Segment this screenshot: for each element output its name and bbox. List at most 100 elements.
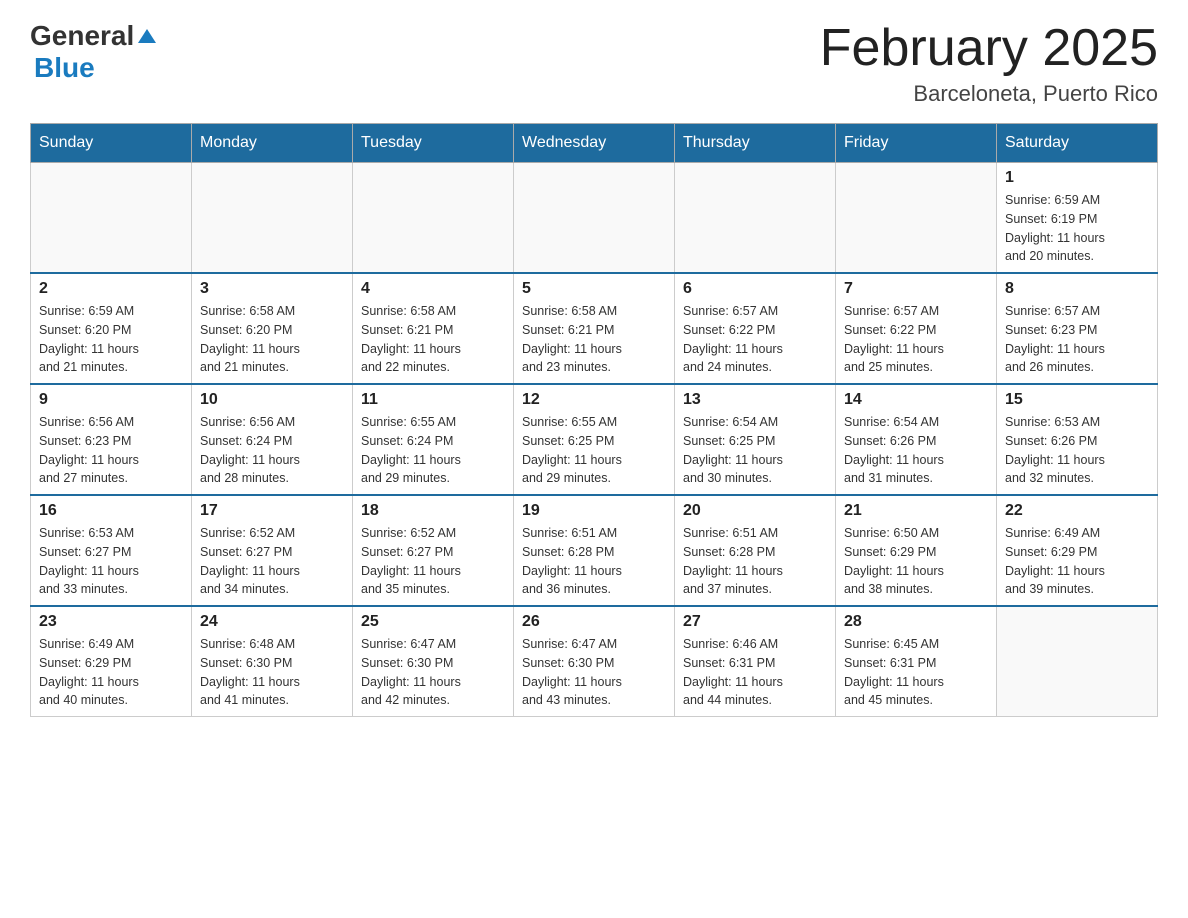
- day-number: 17: [200, 502, 344, 520]
- day-info: Sunrise: 6:55 AM Sunset: 6:24 PM Dayligh…: [361, 413, 505, 488]
- day-number: 3: [200, 280, 344, 298]
- day-info: Sunrise: 6:51 AM Sunset: 6:28 PM Dayligh…: [683, 524, 827, 599]
- calendar-cell: 2 Sunrise: 6:59 AM Sunset: 6:20 PM Daylig…: [31, 273, 192, 384]
- day-number: 6: [683, 280, 827, 298]
- calendar-cell: 27 Sunrise: 6:46 AM Sunset: 6:31 PM Dayli…: [675, 606, 836, 717]
- day-of-week-header: Tuesday: [353, 124, 514, 163]
- calendar-cell: 6 Sunrise: 6:57 AM Sunset: 6:22 PM Daylig…: [675, 273, 836, 384]
- calendar-cell: 3Sunrise: 6:58 AM Sunset: 6:20 PM Daylig…: [192, 273, 353, 384]
- day-number: 1: [1005, 169, 1149, 187]
- day-info: Sunrise: 6:45 AM Sunset: 6:31 PM Dayligh…: [844, 635, 988, 710]
- day-of-week-header: Thursday: [675, 124, 836, 163]
- day-of-week-header: Sunday: [31, 124, 192, 163]
- day-info: Sunrise: 6:59 AM Sunset: 6:20 PM Dayligh…: [39, 302, 183, 377]
- day-number: 4: [361, 280, 505, 298]
- day-number: 25: [361, 613, 505, 631]
- calendar-cell: [675, 163, 836, 274]
- day-number: 19: [522, 502, 666, 520]
- day-number: 10: [200, 391, 344, 409]
- calendar-cell: [836, 163, 997, 274]
- day-number: 15: [1005, 391, 1149, 409]
- day-info: Sunrise: 6:47 AM Sunset: 6:30 PM Dayligh…: [361, 635, 505, 710]
- day-info: Sunrise: 6:55 AM Sunset: 6:25 PM Dayligh…: [522, 413, 666, 488]
- calendar-cell: 14 Sunrise: 6:54 AM Sunset: 6:26 PM Dayli…: [836, 384, 997, 495]
- calendar-header-row: SundayMondayTuesdayWednesdayThursdayFrid…: [31, 124, 1158, 163]
- calendar-cell: 17 Sunrise: 6:52 AM Sunset: 6:27 PM Dayli…: [192, 495, 353, 606]
- day-info: Sunrise: 6:50 AM Sunset: 6:29 PM Dayligh…: [844, 524, 988, 599]
- logo-blue-text: Blue: [34, 52, 95, 83]
- day-number: 22: [1005, 502, 1149, 520]
- day-number: 14: [844, 391, 988, 409]
- day-info: Sunrise: 6:54 AM Sunset: 6:25 PM Dayligh…: [683, 413, 827, 488]
- calendar-cell: [192, 163, 353, 274]
- logo: General Blue: [30, 20, 156, 84]
- day-of-week-header: Saturday: [997, 124, 1158, 163]
- calendar-cell: [31, 163, 192, 274]
- calendar-cell: 22 Sunrise: 6:49 AM Sunset: 6:29 PM Dayli…: [997, 495, 1158, 606]
- calendar-cell: 18 Sunrise: 6:52 AM Sunset: 6:27 PM Dayli…: [353, 495, 514, 606]
- day-info: Sunrise: 6:52 AM Sunset: 6:27 PM Dayligh…: [200, 524, 344, 599]
- day-number: 5: [522, 280, 666, 298]
- calendar-week-row: 23 Sunrise: 6:49 AM Sunset: 6:29 PM Dayli…: [31, 606, 1158, 717]
- day-of-week-header: Wednesday: [514, 124, 675, 163]
- day-info: Sunrise: 6:49 AM Sunset: 6:29 PM Dayligh…: [1005, 524, 1149, 599]
- calendar-cell: [997, 606, 1158, 717]
- day-number: 18: [361, 502, 505, 520]
- calendar-cell: 26 Sunrise: 6:47 AM Sunset: 6:30 PM Dayli…: [514, 606, 675, 717]
- day-number: 13: [683, 391, 827, 409]
- day-number: 11: [361, 391, 505, 409]
- day-info: Sunrise: 6:52 AM Sunset: 6:27 PM Dayligh…: [361, 524, 505, 599]
- day-number: 20: [683, 502, 827, 520]
- logo-triangle-icon: [138, 29, 156, 43]
- title-section: February 2025 Barceloneta, Puerto Rico: [820, 20, 1158, 107]
- calendar-cell: 15 Sunrise: 6:53 AM Sunset: 6:26 PM Dayli…: [997, 384, 1158, 495]
- day-number: 26: [522, 613, 666, 631]
- day-info: Sunrise: 6:57 AM Sunset: 6:22 PM Dayligh…: [683, 302, 827, 377]
- calendar-week-row: 1Sunrise: 6:59 AM Sunset: 6:19 PM Daylig…: [31, 163, 1158, 274]
- day-info: Sunrise: 6:51 AM Sunset: 6:28 PM Dayligh…: [522, 524, 666, 599]
- day-info: Sunrise: 6:56 AM Sunset: 6:24 PM Dayligh…: [200, 413, 344, 488]
- day-info: Sunrise: 6:47 AM Sunset: 6:30 PM Dayligh…: [522, 635, 666, 710]
- calendar-cell: 16Sunrise: 6:53 AM Sunset: 6:27 PM Dayli…: [31, 495, 192, 606]
- day-number: 9: [39, 391, 183, 409]
- calendar-cell: 7 Sunrise: 6:57 AM Sunset: 6:22 PM Daylig…: [836, 273, 997, 384]
- day-of-week-header: Friday: [836, 124, 997, 163]
- location: Barceloneta, Puerto Rico: [820, 81, 1158, 107]
- calendar-cell: 9Sunrise: 6:56 AM Sunset: 6:23 PM Daylig…: [31, 384, 192, 495]
- day-info: Sunrise: 6:57 AM Sunset: 6:22 PM Dayligh…: [844, 302, 988, 377]
- day-info: Sunrise: 6:54 AM Sunset: 6:26 PM Dayligh…: [844, 413, 988, 488]
- day-info: Sunrise: 6:53 AM Sunset: 6:27 PM Dayligh…: [39, 524, 183, 599]
- calendar-cell: 13 Sunrise: 6:54 AM Sunset: 6:25 PM Dayli…: [675, 384, 836, 495]
- day-info: Sunrise: 6:58 AM Sunset: 6:21 PM Dayligh…: [522, 302, 666, 377]
- page-header: General Blue February 2025 Barceloneta, …: [30, 20, 1158, 107]
- day-number: 8: [1005, 280, 1149, 298]
- calendar-table: SundayMondayTuesdayWednesdayThursdayFrid…: [30, 123, 1158, 717]
- calendar-week-row: 2 Sunrise: 6:59 AM Sunset: 6:20 PM Daylig…: [31, 273, 1158, 384]
- day-info: Sunrise: 6:46 AM Sunset: 6:31 PM Dayligh…: [683, 635, 827, 710]
- day-info: Sunrise: 6:53 AM Sunset: 6:26 PM Dayligh…: [1005, 413, 1149, 488]
- calendar-cell: [353, 163, 514, 274]
- calendar-cell: 28 Sunrise: 6:45 AM Sunset: 6:31 PM Dayli…: [836, 606, 997, 717]
- calendar-week-row: 9Sunrise: 6:56 AM Sunset: 6:23 PM Daylig…: [31, 384, 1158, 495]
- logo-general-text: General: [30, 20, 134, 52]
- day-number: 12: [522, 391, 666, 409]
- calendar-cell: 5 Sunrise: 6:58 AM Sunset: 6:21 PM Daylig…: [514, 273, 675, 384]
- calendar-cell: 11 Sunrise: 6:55 AM Sunset: 6:24 PM Dayli…: [353, 384, 514, 495]
- calendar-cell: 4Sunrise: 6:58 AM Sunset: 6:21 PM Daylig…: [353, 273, 514, 384]
- day-number: 2: [39, 280, 183, 298]
- day-info: Sunrise: 6:49 AM Sunset: 6:29 PM Dayligh…: [39, 635, 183, 710]
- calendar-cell: 19 Sunrise: 6:51 AM Sunset: 6:28 PM Dayli…: [514, 495, 675, 606]
- calendar-cell: 25 Sunrise: 6:47 AM Sunset: 6:30 PM Dayli…: [353, 606, 514, 717]
- day-number: 7: [844, 280, 988, 298]
- calendar-cell: 20 Sunrise: 6:51 AM Sunset: 6:28 PM Dayli…: [675, 495, 836, 606]
- day-number: 23: [39, 613, 183, 631]
- day-info: Sunrise: 6:48 AM Sunset: 6:30 PM Dayligh…: [200, 635, 344, 710]
- day-number: 27: [683, 613, 827, 631]
- calendar-cell: 1Sunrise: 6:59 AM Sunset: 6:19 PM Daylig…: [997, 163, 1158, 274]
- day-of-week-header: Monday: [192, 124, 353, 163]
- calendar-cell: 10 Sunrise: 6:56 AM Sunset: 6:24 PM Dayli…: [192, 384, 353, 495]
- calendar-cell: 23 Sunrise: 6:49 AM Sunset: 6:29 PM Dayli…: [31, 606, 192, 717]
- day-number: 28: [844, 613, 988, 631]
- month-title: February 2025: [820, 20, 1158, 77]
- calendar-week-row: 16Sunrise: 6:53 AM Sunset: 6:27 PM Dayli…: [31, 495, 1158, 606]
